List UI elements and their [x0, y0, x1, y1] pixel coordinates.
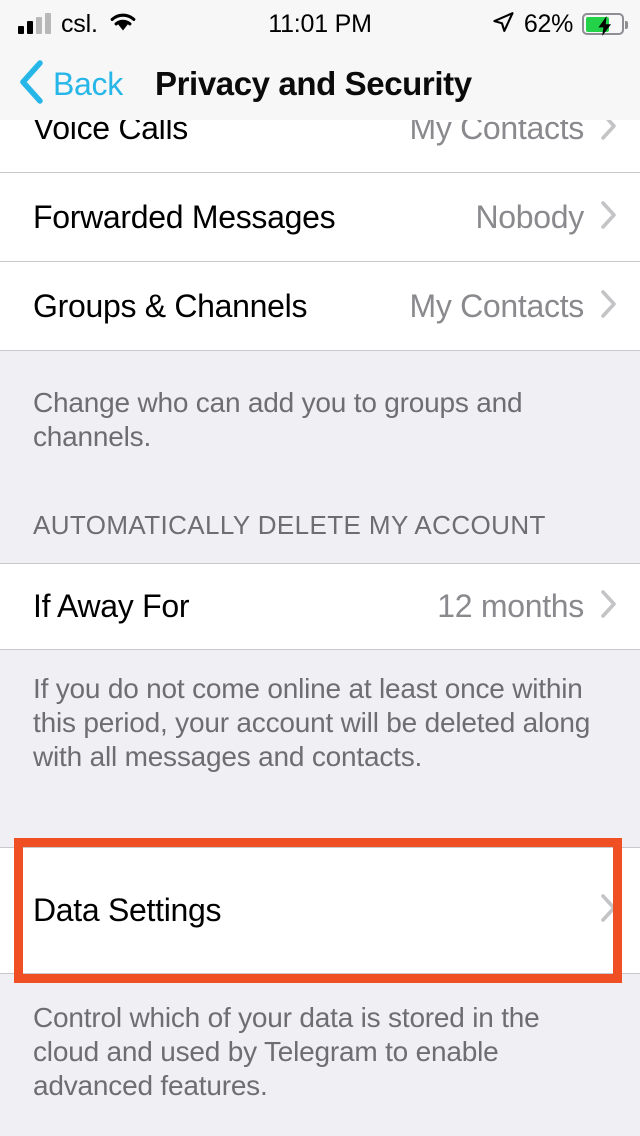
row-forwarded-messages-value: Nobody — [475, 198, 585, 235]
row-if-away-for-label: If Away For — [33, 588, 190, 624]
section-header-auto-delete: AUTOMATICALLY DELETE MY ACCOUNT — [0, 510, 640, 560]
location-arrow-icon — [491, 10, 515, 39]
row-groups-and-channels-right: My Contacts — [409, 288, 618, 325]
row-data-settings-right — [600, 893, 618, 928]
row-voice-calls-right: My Contacts — [409, 120, 618, 147]
footer-auto-delete: If you do not come online at least once … — [0, 650, 640, 840]
settings-list[interactable]: Voice Calls My Contacts Forwarded Messag… — [0, 120, 640, 1136]
footer-auto-delete-text: If you do not come online at least once … — [33, 673, 591, 773]
phone-screen: csl. 11:01 PM 62% Back Privacy and Secur… — [0, 0, 640, 1136]
chevron-right-icon — [600, 589, 618, 624]
chevron-right-icon — [600, 289, 618, 324]
section-separator — [0, 350, 640, 351]
row-groups-and-channels-value: My Contacts — [409, 287, 584, 324]
chevron-right-icon — [600, 200, 618, 235]
row-if-away-for-right: 12 months — [437, 588, 618, 625]
row-if-away-for-value: 12 months — [437, 588, 584, 624]
battery-percent-label: 62% — [523, 9, 573, 38]
row-if-away-for[interactable]: If Away For 12 months — [0, 564, 640, 649]
row-voice-calls-label: Voice Calls — [33, 120, 188, 146]
battery-charging-icon — [582, 13, 628, 36]
footer-data-settings-text: Control which of your data is stored in … — [33, 1002, 540, 1102]
status-bar: csl. 11:01 PM 62% — [0, 0, 640, 48]
footer-groups-and-channels: Change who can add you to groups and cha… — [0, 363, 640, 523]
row-data-settings[interactable]: Data Settings — [0, 848, 640, 973]
back-label: Back — [53, 65, 123, 102]
row-voice-calls-value: My Contacts — [409, 120, 584, 146]
row-forwarded-messages[interactable]: Forwarded Messages Nobody — [0, 173, 640, 261]
chevron-left-icon — [16, 59, 46, 110]
row-forwarded-messages-label: Forwarded Messages — [33, 198, 336, 235]
chevron-right-icon — [600, 120, 618, 146]
status-bar-right: 62% — [491, 9, 628, 39]
chevron-right-icon — [600, 893, 618, 928]
row-groups-and-channels-label: Groups & Channels — [33, 287, 308, 324]
section-header-auto-delete-text: AUTOMATICALLY DELETE MY ACCOUNT — [33, 510, 546, 540]
row-data-settings-label: Data Settings — [33, 892, 222, 928]
navigation-bar: Back Privacy and Security — [0, 48, 640, 120]
row-voice-calls[interactable]: Voice Calls My Contacts — [0, 120, 640, 172]
footer-data-settings: Control which of your data is stored in … — [0, 974, 640, 1134]
back-button[interactable]: Back — [16, 59, 123, 110]
page-title: Privacy and Security — [155, 65, 472, 102]
row-forwarded-messages-right: Nobody — [476, 199, 619, 236]
footer-groups-text: Change who can add you to groups and cha… — [33, 387, 523, 453]
row-groups-and-channels[interactable]: Groups & Channels My Contacts — [0, 262, 640, 350]
